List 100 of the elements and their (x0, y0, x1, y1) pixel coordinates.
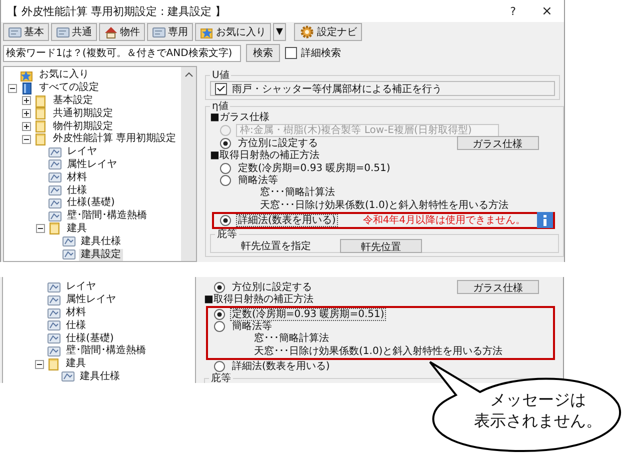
toolbar-button[interactable]: 物件 (99, 23, 145, 41)
folder-icon (34, 94, 48, 108)
toolbar-button[interactable]: 専用 (147, 23, 193, 41)
house-icon (104, 26, 118, 38)
group-label: η値 (211, 101, 230, 112)
option-label[interactable]: 定数(冷房期=0.93 暖房期=0.51) (230, 308, 386, 321)
toolbar-button[interactable]: 共通 (51, 23, 97, 41)
radio-button[interactable] (220, 175, 231, 186)
star-folder-icon (20, 68, 34, 82)
tree-item[interactable]: 建具仕様 (79, 236, 123, 248)
method-note: 窓･･･簡略計算法 (253, 333, 330, 346)
tree-item[interactable]: すべての設定 (37, 82, 101, 94)
document-icon (47, 319, 61, 332)
tree-item[interactable]: 材料 (64, 306, 88, 319)
book-icon (20, 82, 34, 95)
group-label: U値 (211, 70, 230, 81)
option-label[interactable]: 定数(冷房期=0.93 暖房期=0.51) (236, 162, 392, 175)
method-note: 天窓･･･日除け効果係数(1.0)と斜入射特性を用いる方法 (253, 346, 504, 358)
card-icon (152, 26, 166, 38)
collapse-icon[interactable] (35, 360, 44, 369)
info-icon[interactable] (536, 212, 553, 228)
star-folder-icon (200, 26, 214, 38)
eaves-label: 軒先位置を指定 (240, 240, 311, 253)
tree-item[interactable]: レイヤ (64, 281, 98, 294)
dropdown-button[interactable]: ▼ (273, 23, 286, 41)
radio-button[interactable] (214, 308, 225, 320)
tree-item[interactable]: 仕様 (65, 184, 89, 197)
option-label[interactable]: 簡略法等 (230, 320, 274, 334)
radio-button[interactable] (220, 138, 231, 149)
callout-text: 表示されません。 (474, 410, 602, 431)
settings-navi-button[interactable]: 設定ナビ (294, 23, 362, 41)
tree-item[interactable]: お気に入り (37, 69, 91, 82)
expand-icon[interactable] (22, 122, 31, 132)
tree-item[interactable]: 属性レイヤ (64, 294, 118, 306)
document-icon (48, 146, 62, 159)
tree-item[interactable]: 仕様 (64, 320, 88, 332)
card-icon (8, 26, 22, 38)
option-label[interactable]: 方位別に設定する (236, 136, 320, 150)
option-label[interactable]: 方位別に設定する (230, 280, 314, 294)
tree-item[interactable]: 仕様(基礎) (64, 332, 116, 345)
callout-text: メッセージは (490, 389, 586, 410)
gear-icon (298, 25, 315, 39)
window-title: 【 外皮性能計算 専用初期設定 : 建具設定 】 (7, 4, 228, 18)
radio-button[interactable] (214, 282, 225, 293)
radio-button[interactable] (214, 360, 225, 372)
group-label: 庇等 (210, 372, 232, 383)
tree-item[interactable]: 建具 (65, 222, 89, 235)
document-icon (48, 210, 62, 223)
toolbar-button[interactable]: お気に入り (195, 23, 271, 41)
folder-icon (47, 358, 61, 371)
document-icon (62, 248, 76, 261)
tree-item[interactable]: 属性レイヤ (65, 158, 119, 171)
tree-item[interactable]: 基本設定 (51, 94, 95, 107)
radio-button[interactable] (214, 321, 225, 332)
tree-item[interactable]: 建具仕様 (78, 370, 122, 383)
folder-icon (48, 222, 62, 236)
option-label[interactable]: 簡略法等 (236, 174, 280, 188)
document-icon (48, 184, 62, 198)
scroll-up-icon[interactable] (184, 72, 192, 77)
toolbar-button[interactable]: 基本 (3, 23, 49, 41)
scrollbar[interactable] (181, 67, 196, 261)
search-button[interactable]: 検索 (246, 44, 280, 62)
expand-icon[interactable] (22, 109, 31, 118)
tree-item[interactable]: 材料 (65, 172, 89, 184)
document-icon (48, 196, 62, 210)
document-icon (48, 171, 62, 184)
detail-search-checkbox[interactable]: 詳細検索 (285, 46, 341, 60)
collapse-icon[interactable] (22, 134, 31, 144)
eaves-position-button[interactable]: 軒先位置 (340, 238, 422, 253)
tree-item[interactable]: レイヤ (65, 146, 99, 158)
tree-item[interactable]: 仕様(基礎) (65, 197, 117, 210)
glass-spec-field: 枠:金属・樹脂(木)複合製等 Low-E複層(日射取得型) (236, 124, 499, 138)
tree-item[interactable]: 共通初期設定 (51, 108, 115, 120)
warning-message: 令和4年4月以降は使用できません。 (362, 214, 526, 228)
tree-item[interactable]: 建具 (64, 358, 88, 370)
collapse-icon[interactable] (36, 224, 45, 234)
close-button[interactable]: × (530, 0, 564, 22)
option-label[interactable]: 詳細法(数表を用いる) (230, 360, 332, 373)
glass-spec-button[interactable]: ガラス仕様 (457, 280, 539, 294)
method-note: 窓･･･簡略計算法 (259, 187, 336, 200)
folder-icon (34, 107, 48, 120)
search-field[interactable]: 検索ワード1は？(複数可。＆付きでAND検索文字) (3, 44, 241, 62)
document-icon (62, 235, 76, 248)
section-heading: ■ガラス仕様 (210, 112, 270, 124)
tree-item[interactable]: 建具設定 (79, 248, 123, 261)
option-label[interactable]: 詳細法(数表を用いる) (236, 214, 338, 227)
expand-icon[interactable] (22, 96, 31, 106)
option-checkbox[interactable]: 雨戸・シャッター等付属部材による補正を行う (210, 81, 555, 96)
radio-button[interactable] (220, 162, 231, 174)
glass-spec-button[interactable]: ガラス仕様 (456, 136, 539, 150)
collapse-icon[interactable] (8, 84, 17, 93)
help-button[interactable]: ? (496, 0, 530, 22)
document-icon (47, 306, 61, 320)
tree-item[interactable]: 壁･階間･構造熱橋 (64, 345, 148, 358)
tree-item[interactable]: 壁･階間･構造熱橋 (65, 210, 149, 222)
document-icon (47, 294, 61, 307)
card-icon (56, 26, 70, 38)
tree-item[interactable]: 物件初期設定 (51, 120, 115, 133)
tree-item[interactable]: 外皮性能計算 専用初期設定 (51, 133, 178, 146)
radio-button[interactable] (220, 214, 231, 226)
